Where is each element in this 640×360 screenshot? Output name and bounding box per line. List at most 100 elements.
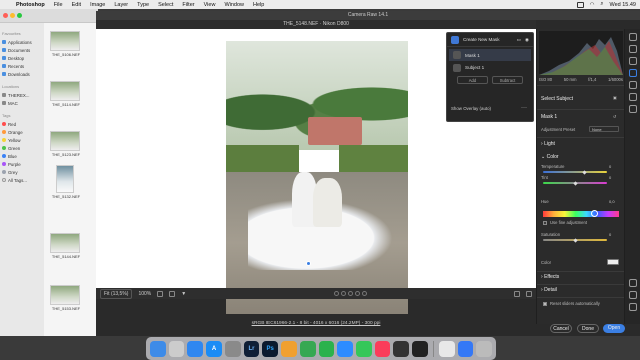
hand-tool-icon[interactable] bbox=[629, 291, 637, 299]
adjustment-preset-select[interactable]: None bbox=[589, 126, 619, 132]
subject-item[interactable]: Subject 1 bbox=[449, 62, 531, 73]
zoom-app-icon[interactable] bbox=[337, 340, 353, 357]
detail-section[interactable]: › Detail bbox=[541, 287, 557, 293]
settings-icon[interactable] bbox=[525, 290, 532, 297]
saturation-value[interactable]: 0 bbox=[609, 232, 611, 237]
trash-icon[interactable] bbox=[476, 340, 492, 357]
clock[interactable]: Wed 15.49 bbox=[609, 2, 636, 8]
masking-tool-icon[interactable] bbox=[629, 69, 637, 77]
temperature-slider-thumb[interactable] bbox=[582, 170, 587, 175]
menu-edit[interactable]: Edit bbox=[72, 2, 81, 8]
workflow-options-link[interactable]: sRGB IEC61966-2.1 - 8 bit - 4016 x 6016 … bbox=[196, 321, 436, 326]
chrome-app-icon[interactable] bbox=[299, 340, 316, 357]
crop-tool-icon[interactable] bbox=[629, 45, 637, 53]
menu-file[interactable]: File bbox=[54, 2, 63, 8]
temperature-slider[interactable] bbox=[543, 171, 607, 173]
sidebar-item-desktop[interactable]: Desktop bbox=[2, 54, 42, 62]
minimize-button[interactable] bbox=[10, 13, 15, 18]
temperature-value[interactable]: 0 bbox=[609, 164, 611, 169]
color-swatch[interactable] bbox=[607, 259, 619, 265]
edit-tool-icon[interactable] bbox=[629, 33, 637, 41]
select-subject-icon[interactable]: ▣ bbox=[613, 95, 617, 100]
battery-icon[interactable] bbox=[576, 1, 584, 8]
finder-app-icon[interactable] bbox=[150, 340, 166, 357]
cancel-button[interactable]: Cancel bbox=[550, 324, 572, 333]
tag-green[interactable]: Green bbox=[2, 144, 42, 152]
grid-icon[interactable] bbox=[157, 290, 164, 297]
more-options-icon[interactable]: ··· bbox=[521, 105, 527, 111]
star-icon[interactable] bbox=[347, 291, 353, 296]
sidebar-item-mac[interactable]: MAC bbox=[2, 99, 42, 107]
tint-slider-thumb[interactable] bbox=[572, 181, 578, 186]
tag-red[interactable]: Red bbox=[2, 120, 42, 128]
menu-filter[interactable]: Filter bbox=[182, 2, 194, 8]
search-icon[interactable]: ⌕ bbox=[600, 1, 603, 8]
safari-app-icon[interactable] bbox=[187, 340, 204, 357]
activity-monitor-app-icon[interactable] bbox=[393, 340, 410, 357]
mask-item[interactable]: Mask 1 bbox=[449, 49, 531, 61]
tint-value[interactable]: 0 bbox=[609, 175, 611, 180]
photo-preview[interactable] bbox=[226, 41, 408, 314]
zoom-level[interactable]: Fit (13,5%) bbox=[100, 288, 133, 299]
heal-tool-icon[interactable] bbox=[629, 57, 637, 65]
tag-all[interactable]: All Tags... bbox=[2, 176, 42, 184]
menu-layer[interactable]: Layer bbox=[114, 2, 128, 8]
tag-blue[interactable]: Blue bbox=[2, 152, 42, 160]
photos-app-icon[interactable] bbox=[281, 340, 297, 357]
menu-help[interactable]: Help bbox=[253, 2, 264, 8]
feedly-app-icon[interactable] bbox=[318, 340, 335, 357]
messages-app-icon[interactable] bbox=[355, 340, 372, 357]
menu-view[interactable]: View bbox=[204, 2, 216, 8]
zoom-button[interactable] bbox=[17, 13, 22, 18]
reset-mask-icon[interactable]: ↺ bbox=[613, 114, 617, 119]
hue-value[interactable]: 0,0 bbox=[609, 199, 615, 204]
star-icon[interactable] bbox=[361, 291, 367, 296]
sort-icon[interactable] bbox=[169, 290, 176, 297]
subtract-button[interactable]: Subtract bbox=[492, 76, 523, 84]
show-overlay-toggle[interactable]: Show Overlay (auto) bbox=[451, 106, 491, 111]
effects-section[interactable]: › Effects bbox=[541, 274, 559, 280]
tag-orange[interactable]: Orange bbox=[2, 128, 42, 136]
color-section[interactable]: ⌄ Color bbox=[541, 154, 559, 160]
tag-purple[interactable]: Purple bbox=[2, 160, 42, 168]
close-button[interactable] bbox=[3, 13, 8, 18]
settings-app-icon[interactable] bbox=[224, 340, 241, 357]
lightroom-app-icon[interactable]: Lr bbox=[243, 340, 260, 357]
wifi-icon[interactable]: ◠ bbox=[590, 2, 595, 8]
zoom-percent[interactable]: 100% bbox=[138, 291, 151, 297]
presets-tool-icon[interactable] bbox=[629, 93, 637, 101]
menu-select[interactable]: Select bbox=[158, 2, 173, 8]
hue-picker-ring[interactable] bbox=[591, 210, 598, 217]
keynote-app-icon[interactable] bbox=[457, 340, 474, 357]
select-subject-button[interactable]: Select Subject bbox=[541, 96, 573, 102]
filter-icon[interactable]: ▼ bbox=[181, 291, 186, 297]
sidebar-item-downloads[interactable]: Downloads bbox=[2, 70, 42, 78]
preview-app-icon[interactable] bbox=[438, 340, 455, 357]
star-icon[interactable] bbox=[354, 291, 360, 296]
done-button[interactable]: Done bbox=[577, 324, 599, 333]
redeye-tool-icon[interactable] bbox=[629, 81, 637, 89]
star-icon[interactable] bbox=[333, 291, 339, 296]
compare-icon[interactable] bbox=[513, 290, 520, 297]
tag-yellow[interactable]: Yellow bbox=[2, 136, 42, 144]
create-new-mask-button[interactable]: Create New Mask ▭ ◉ bbox=[447, 33, 533, 47]
sidebar-item-drive[interactable]: THEREX... bbox=[2, 91, 42, 99]
mask-pin-icon[interactable] bbox=[306, 261, 311, 266]
star-icon[interactable] bbox=[340, 291, 346, 296]
sampler-tool-icon[interactable] bbox=[629, 303, 637, 311]
file-item[interactable]: THE_5144.NEF bbox=[50, 233, 82, 259]
open-button[interactable]: Open bbox=[603, 324, 625, 333]
menu-image[interactable]: Image bbox=[90, 2, 105, 8]
light-section[interactable]: › Light bbox=[541, 141, 555, 147]
menu-window[interactable]: Window bbox=[224, 2, 244, 8]
sidebar-item-documents[interactable]: Documents bbox=[2, 46, 42, 54]
zoom-tool-icon[interactable] bbox=[629, 279, 637, 287]
reset-sliders-checkbox[interactable] bbox=[543, 302, 547, 306]
more-tools-icon[interactable] bbox=[629, 105, 637, 113]
music-app-icon[interactable] bbox=[374, 340, 391, 357]
sidebar-item-recents[interactable]: Recents bbox=[2, 62, 42, 70]
hue-color-bar[interactable] bbox=[543, 211, 619, 217]
terminal-app-icon[interactable] bbox=[412, 340, 428, 357]
apple-menu-icon[interactable] bbox=[4, 1, 10, 8]
tag-grey[interactable]: Grey bbox=[2, 168, 42, 176]
